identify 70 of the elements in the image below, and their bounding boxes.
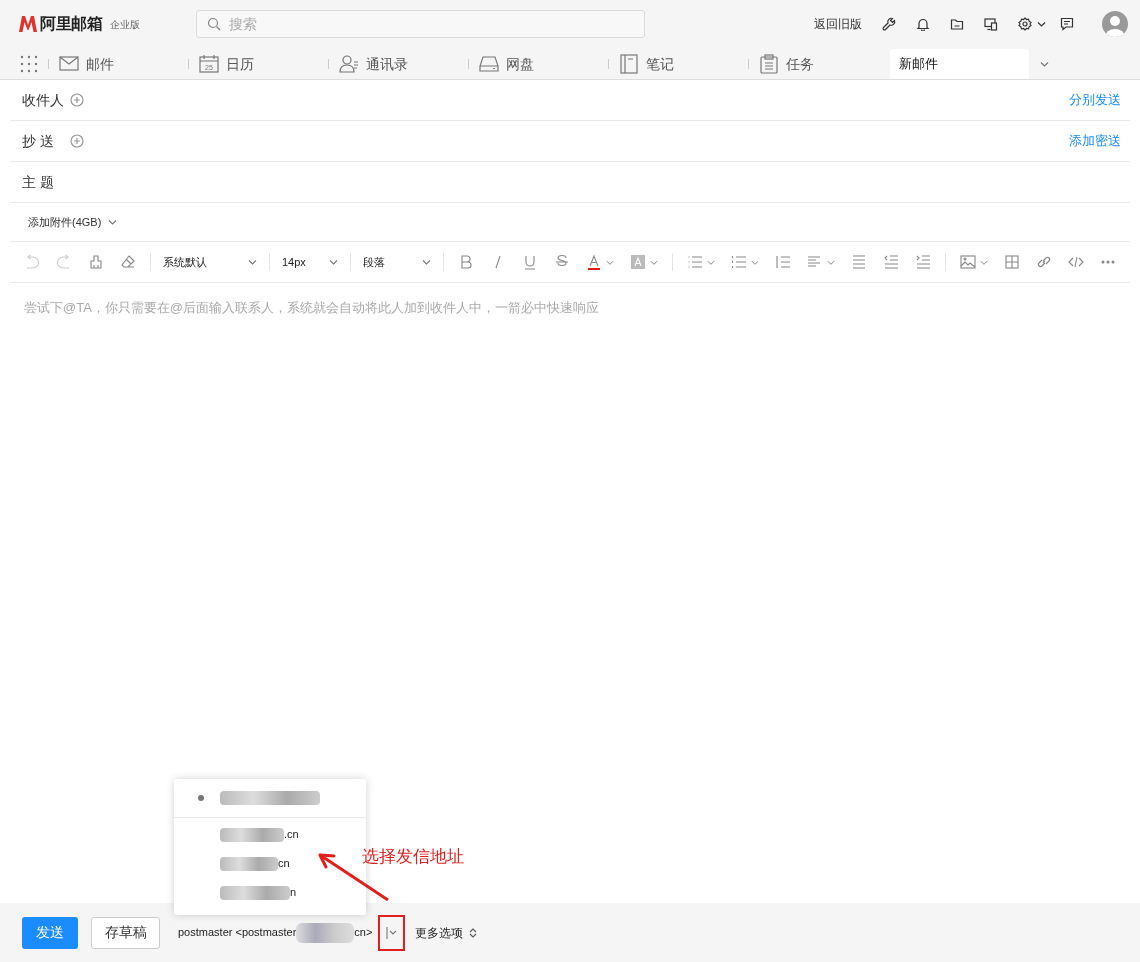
edition-label: 企业版	[110, 17, 141, 32]
blurred-text-block	[296, 922, 355, 943]
underline-icon	[522, 254, 538, 270]
font-color-icon	[586, 254, 602, 270]
numbered-list-icon	[731, 254, 747, 270]
more-options-button[interactable]: 更多选项	[415, 923, 478, 942]
m-logo-icon	[18, 15, 38, 33]
caret-icon	[247, 257, 257, 267]
sender-dropdown-button[interactable]	[378, 914, 406, 951]
nav-tab[interactable]: 邮件	[59, 49, 188, 79]
save-draft-button[interactable]: 存草稿	[91, 916, 160, 949]
avatar-icon[interactable]	[1102, 11, 1128, 37]
notebook-icon	[619, 54, 639, 74]
devices-icon[interactable]	[984, 17, 998, 31]
table-icon	[1004, 254, 1020, 270]
caret-icon	[107, 217, 118, 227]
caret-icon	[421, 257, 431, 267]
action-link[interactable]: 分别发送	[1069, 90, 1121, 110]
paragraph-select[interactable]: 段落	[357, 248, 437, 276]
field-label: 主 题	[22, 172, 55, 192]
clipboard-icon	[759, 54, 779, 74]
action-link[interactable]: 添加密送	[1069, 131, 1121, 151]
compose-tab[interactable]: 新邮件	[890, 49, 1029, 79]
code-icon	[1068, 254, 1084, 270]
format-painter-icon	[88, 254, 104, 270]
add-attachment-button[interactable]: 添加附件(4GB)	[28, 213, 118, 231]
add-icon[interactable]	[70, 93, 84, 107]
sender-option[interactable]: n	[174, 878, 366, 907]
caret-icon[interactable]	[1036, 19, 1046, 29]
field-label: 收件人	[22, 90, 65, 110]
sender-address: postmaster <postmaster	[178, 925, 297, 941]
annotation-label: 选择发信地址	[362, 846, 464, 868]
settings-icon[interactable]	[1018, 17, 1032, 31]
field-label: 抄 送	[22, 131, 55, 151]
eraser-icon	[120, 254, 136, 270]
undo-icon	[24, 254, 40, 270]
drive-icon	[479, 54, 499, 74]
justify-icon	[851, 254, 867, 270]
contacts-icon	[339, 54, 359, 74]
add-icon[interactable]	[70, 134, 84, 148]
message-icon[interactable]	[1060, 17, 1074, 31]
logo-text: 阿里邮箱	[40, 14, 103, 34]
highlight-icon	[630, 254, 646, 270]
sender-address: cn>	[354, 925, 373, 941]
wrench-icon[interactable]	[882, 17, 896, 31]
nav-tab[interactable]: 网盘	[479, 49, 608, 79]
align-icon	[807, 254, 823, 270]
font-select[interactable]: 系统默认	[157, 248, 263, 276]
nav-tab[interactable]: 任务	[759, 49, 888, 79]
old-version-link[interactable]: 返回旧版	[814, 15, 862, 33]
search-icon	[207, 17, 221, 31]
font-size-select[interactable]: 14px	[276, 248, 344, 276]
bell-icon[interactable]	[916, 17, 930, 31]
indent-icon	[915, 254, 931, 270]
image-icon	[960, 254, 976, 270]
sender-option[interactable]: .cn	[174, 820, 366, 849]
line-height-icon	[775, 254, 791, 270]
redo-icon	[56, 254, 72, 270]
apps-grid-icon[interactable]	[20, 54, 38, 73]
bold-icon	[458, 254, 474, 270]
link-icon	[1036, 254, 1052, 270]
folder-icon[interactable]	[950, 17, 964, 31]
nav-tab[interactable]: 笔记	[619, 49, 748, 79]
nav-tab[interactable]: 通讯录	[339, 49, 468, 79]
up-down-caret-icon	[469, 927, 478, 938]
outdent-icon	[883, 254, 899, 270]
bullet-list-icon	[687, 254, 703, 270]
caret-icon	[384, 925, 399, 940]
envelope-icon	[59, 54, 79, 74]
caret-icon	[328, 257, 338, 267]
